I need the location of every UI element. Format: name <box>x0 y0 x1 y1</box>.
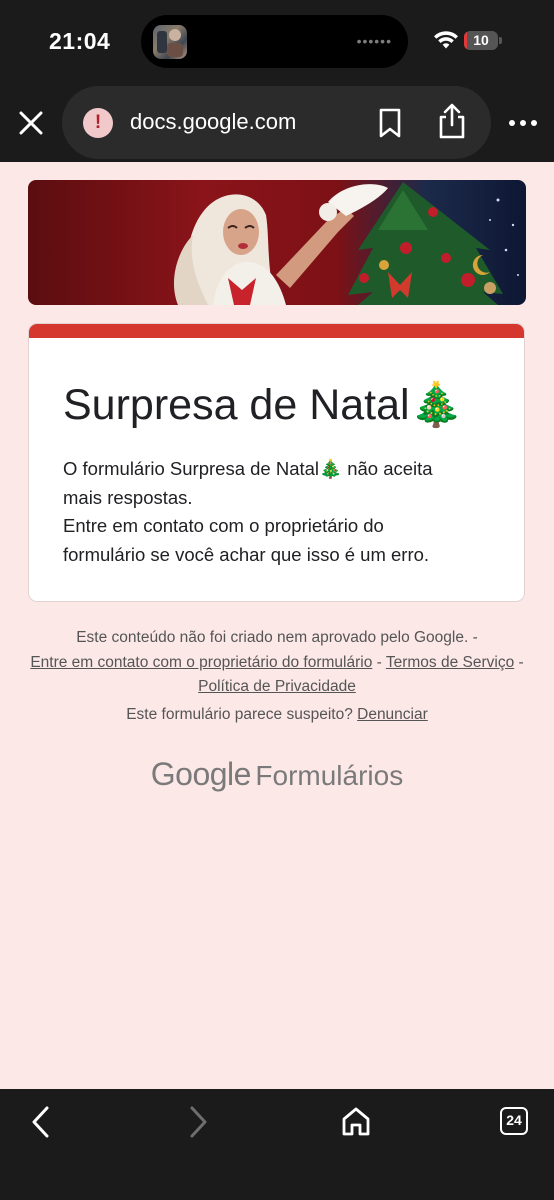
privacy-link[interactable]: Política de Privacidade <box>198 678 356 695</box>
separator: - <box>514 653 524 671</box>
form-footer: Este conteúdo não foi criado nem aprovad… <box>20 626 534 700</box>
report-row: Este formulário parece suspeito? Denunci… <box>20 706 534 724</box>
close-icon[interactable] <box>17 109 45 137</box>
tabs-button[interactable]: 24 <box>500 1107 528 1135</box>
message-line: O formulário Surpresa de Natal🎄 não acei… <box>63 458 433 479</box>
home-icon[interactable] <box>340 1105 372 1137</box>
form-header-banner <box>28 180 526 305</box>
brand-forms-text: Formulários <box>255 760 404 791</box>
message-line: Entre em contato com o proprietário do <box>63 515 384 536</box>
disclaimer-text: Este conteúdo não foi criado nem aprovad… <box>76 629 478 646</box>
site-warning-icon[interactable]: ! <box>83 108 113 138</box>
separator: - <box>372 653 386 671</box>
terms-link[interactable]: Termos de Serviço <box>386 654 514 671</box>
tab-count: 24 <box>506 1112 522 1128</box>
christmas-banner-art <box>173 182 519 305</box>
battery-percent: 10 <box>473 32 489 48</box>
bookmark-icon[interactable] <box>377 108 403 138</box>
brand-google-text: Google <box>150 756 252 792</box>
message-line: formulário se você achar que isso é um e… <box>63 543 430 565</box>
now-playing-thumbnail[interactable] <box>153 25 187 59</box>
dynamic-island: •••••• <box>141 15 408 68</box>
battery-indicator: 10 <box>464 31 498 50</box>
wifi-icon <box>434 31 458 49</box>
contact-owner-link[interactable]: Entre em contato com o proprietário do f… <box>30 654 372 671</box>
google-forms-logo[interactable]: Google Formulários <box>0 756 554 793</box>
battery-cap <box>499 37 502 44</box>
browser-bottom-toolbar: 24 <box>0 1089 554 1200</box>
island-activity-indicator: •••••• <box>356 33 392 49</box>
back-icon[interactable] <box>28 1105 54 1139</box>
message-line: mais respostas. <box>63 486 193 508</box>
browser-top-chrome: 21:04 •••••• 10 ! docs.google.com <box>0 0 554 162</box>
forward-icon[interactable] <box>185 1105 211 1139</box>
url-text[interactable]: docs.google.com <box>130 109 296 135</box>
card-accent-bar <box>29 324 524 338</box>
more-options-icon[interactable] <box>508 112 538 134</box>
form-closed-message: O formulário Surpresa de Natal🎄 não acei… <box>63 455 503 569</box>
share-icon[interactable] <box>436 102 468 140</box>
status-time: 21:04 <box>49 28 111 54</box>
suspicious-question: Este formulário parece suspeito? <box>126 706 353 723</box>
report-link[interactable]: Denunciar <box>357 706 428 723</box>
form-title: Surpresa de Natal🎄 <box>63 381 464 429</box>
site-warning-glyph: ! <box>94 112 102 133</box>
form-closed-card: Surpresa de Natal🎄 O formulário Surpresa… <box>28 323 525 602</box>
address-bar[interactable]: ! docs.google.com <box>62 86 491 159</box>
